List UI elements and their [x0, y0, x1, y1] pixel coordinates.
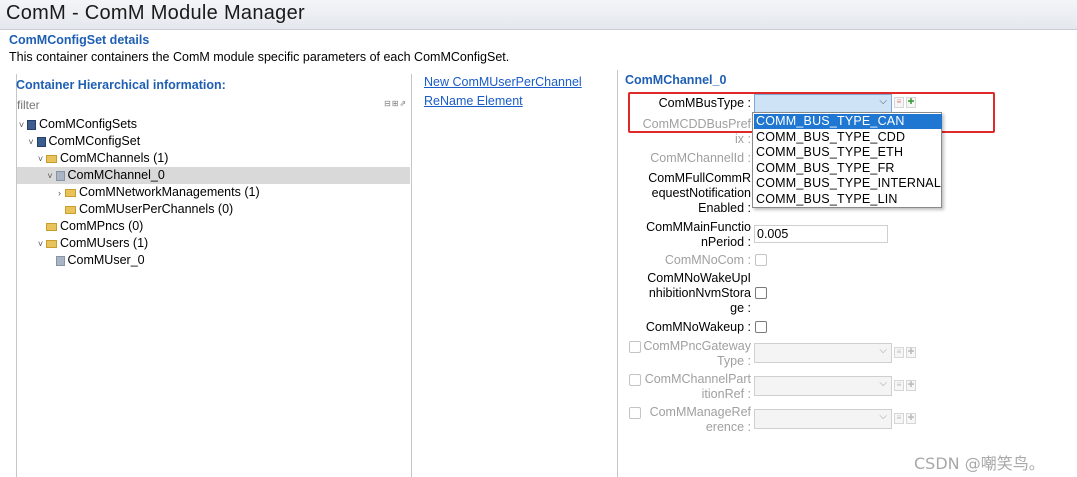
rename-element-link[interactable]: ReName Element — [424, 94, 523, 108]
section-title: ComMConfigSet details — [9, 33, 150, 47]
tree-item[interactable]: ˅ ComMConfigSet — [27, 133, 141, 151]
chevron-down-icon[interactable]: ˅ — [17, 117, 26, 134]
no-wakeup-checkbox[interactable] — [755, 321, 767, 333]
tree-item[interactable]: ˅ ComMChannels (1) — [36, 150, 169, 168]
folder-icon — [46, 239, 57, 248]
folder-icon — [65, 205, 76, 214]
item-icon — [55, 255, 65, 266]
dropdown-option[interactable]: COMM_BUS_TYPE_LIN — [754, 192, 942, 207]
folder-icon — [46, 154, 57, 163]
bus-type-dropdown-list: COMM_BUS_TYPE_CAN COMM_BUS_TYPE_CDD COMM_B… — [752, 112, 942, 208]
add-icon: ✚ — [906, 347, 916, 358]
tree-item[interactable]: ComMUser_0 — [46, 252, 145, 269]
add-icon: ✚ — [906, 380, 916, 391]
tree-item-label: ComMUser_0 — [67, 253, 145, 267]
main-function-period-input[interactable] — [754, 225, 888, 243]
item-icon — [55, 170, 65, 181]
tree-item-label: ComMUsers (1) — [60, 236, 149, 250]
chevron-down-icon[interactable]: ˅ — [36, 236, 45, 253]
hierarchy-heading: Container Hierarchical information: — [16, 78, 226, 92]
folder-icon — [65, 188, 76, 197]
watermark: CSDN @嘲笑鸟。 — [914, 454, 1045, 473]
tree-item[interactable]: ˅ ComMConfigSets — [17, 116, 137, 133]
details-heading: ComMChannel_0 — [625, 73, 727, 87]
new-user-per-channel-link[interactable]: New ComMUserPerChannel — [424, 75, 582, 89]
tree-item-label: ComMConfigSets — [39, 117, 137, 131]
tree-item-label: ComMConfigSet — [48, 134, 141, 148]
tree-item[interactable]: ComMUserPerChannels (0) — [55, 201, 233, 218]
window-title: ComM - ComM Module Manager — [6, 2, 305, 24]
folder-icon — [46, 222, 57, 231]
delete-icon: ≡ — [894, 413, 904, 424]
filter-input[interactable] — [17, 97, 377, 113]
add-icon: ✚ — [906, 413, 916, 424]
dropdown-option[interactable]: COMM_BUS_TYPE_FR — [754, 161, 942, 176]
collapse-expand-link-icons[interactable]: ⊟⊞⇗ — [384, 99, 407, 108]
channel-partition-ref-select[interactable]: ⌵ — [754, 376, 892, 396]
tree-item-label: ComMUserPerChannels (0) — [79, 202, 234, 216]
tree-item-label: ComMNetworkManagements (1) — [79, 185, 260, 199]
pnc-gateway-type-label: ComMPncGateway Type : — [643, 339, 751, 368]
tree-item[interactable]: ComMPncs (0) — [36, 218, 143, 235]
main-function-period-label: ComMMainFunctio nPeriod : — [646, 220, 751, 249]
chevron-down-icon[interactable]: ˅ — [27, 134, 36, 151]
channel-id-label: ComMChannelId : — [650, 151, 751, 165]
section-description: This container containers the ComM modul… — [9, 50, 510, 64]
tree-item[interactable]: ˅ ComMUsers (1) — [36, 235, 148, 252]
delete-icon: ≡ — [894, 347, 904, 358]
manage-reference-label: ComMManageRef erence : — [649, 405, 751, 434]
full-comm-request-label: ComMFullCommR equestNotification Enabled… — [648, 171, 751, 215]
chevron-down-icon[interactable]: ˅ — [36, 151, 45, 168]
chevron-down-icon[interactable]: ˅ — [46, 168, 55, 185]
tree-item-label: ComMChannel_0 — [67, 168, 165, 182]
dropdown-option[interactable]: COMM_BUS_TYPE_CAN — [754, 114, 942, 129]
chevron-right-icon[interactable]: › — [55, 185, 64, 202]
tree-item-label: ComMPncs (0) — [60, 219, 144, 233]
no-com-label: ComMNoCom : — [664, 253, 751, 267]
dropdown-option[interactable]: COMM_BUS_TYPE_INTERNAL — [754, 176, 942, 191]
tree-item-label: ComMChannels (1) — [60, 151, 169, 165]
no-wakeup-inhibition-label: ComMNoWakeUpI nhibitionNvmStora ge : — [647, 271, 751, 315]
delete-icon: ≡ — [894, 380, 904, 391]
no-wakeup-inhibition-checkbox[interactable] — [755, 287, 767, 299]
tree-item[interactable]: ˅ ComMChannel_0 — [17, 167, 410, 184]
dropdown-option[interactable]: COMM_BUS_TYPE_ETH — [754, 145, 942, 160]
node-icon — [27, 119, 36, 130]
title-bar: ComM - ComM Module Manager — [0, 0, 1077, 30]
channel-partition-ref-label: ComMChannelPart itionRef : — [644, 372, 751, 401]
no-com-checkbox[interactable] — [755, 254, 767, 266]
node-icon — [36, 136, 46, 147]
tree-item[interactable]: › ComMNetworkManagements (1) — [55, 184, 260, 201]
manage-reference-select[interactable]: ⌵ — [754, 409, 892, 429]
pnc-gateway-type-select[interactable]: ⌵ — [754, 343, 892, 363]
chevron-down-icon: ⌵ — [879, 411, 887, 422]
chevron-down-icon: ⌵ — [879, 378, 887, 389]
chevron-down-icon: ⌵ — [879, 345, 887, 356]
no-wakeup-label: ComMNoWakeup : — [645, 320, 751, 334]
dropdown-option[interactable]: COMM_BUS_TYPE_CDD — [754, 130, 942, 145]
